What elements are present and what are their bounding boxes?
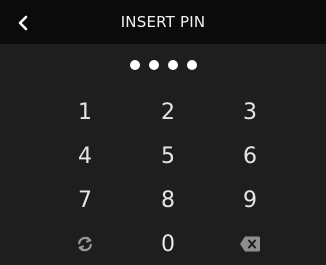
key-0[interactable]: 0: [128, 224, 208, 264]
key-2[interactable]: 2: [128, 92, 208, 132]
refresh-icon: [78, 236, 92, 252]
key-label: 1: [78, 99, 92, 125]
pin-dot: [167, 60, 178, 70]
pin-entry-screen: INSERT PIN 1 2 3 4 5 6 7 8 9 0: [0, 0, 326, 265]
key-label: 3: [243, 99, 257, 125]
key-label: 0: [161, 231, 175, 257]
key-3[interactable]: 3: [210, 92, 290, 132]
key-9[interactable]: 9: [210, 180, 290, 220]
pin-indicator: [0, 54, 326, 76]
pin-dot: [148, 60, 159, 70]
key-5[interactable]: 5: [128, 136, 208, 176]
key-7[interactable]: 7: [45, 180, 125, 220]
page-title: INSERT PIN: [120, 13, 206, 31]
key-label: 2: [161, 99, 175, 125]
refresh-button[interactable]: [45, 224, 125, 264]
pin-dot: [186, 60, 197, 70]
key-label: 4: [78, 143, 92, 169]
key-label: 7: [78, 187, 92, 213]
header-bar: INSERT PIN: [0, 0, 326, 44]
key-6[interactable]: 6: [210, 136, 290, 176]
key-8[interactable]: 8: [128, 180, 208, 220]
key-label: 8: [161, 187, 175, 213]
numeric-keypad: 1 2 3 4 5 6 7 8 9 0: [0, 92, 326, 265]
key-4[interactable]: 4: [45, 136, 125, 176]
key-label: 6: [243, 143, 257, 169]
backspace-button[interactable]: [210, 224, 290, 264]
key-1[interactable]: 1: [45, 92, 125, 132]
backspace-icon: [240, 236, 260, 252]
key-label: 9: [243, 187, 257, 213]
key-label: 5: [161, 143, 175, 169]
pin-dot: [129, 60, 140, 70]
